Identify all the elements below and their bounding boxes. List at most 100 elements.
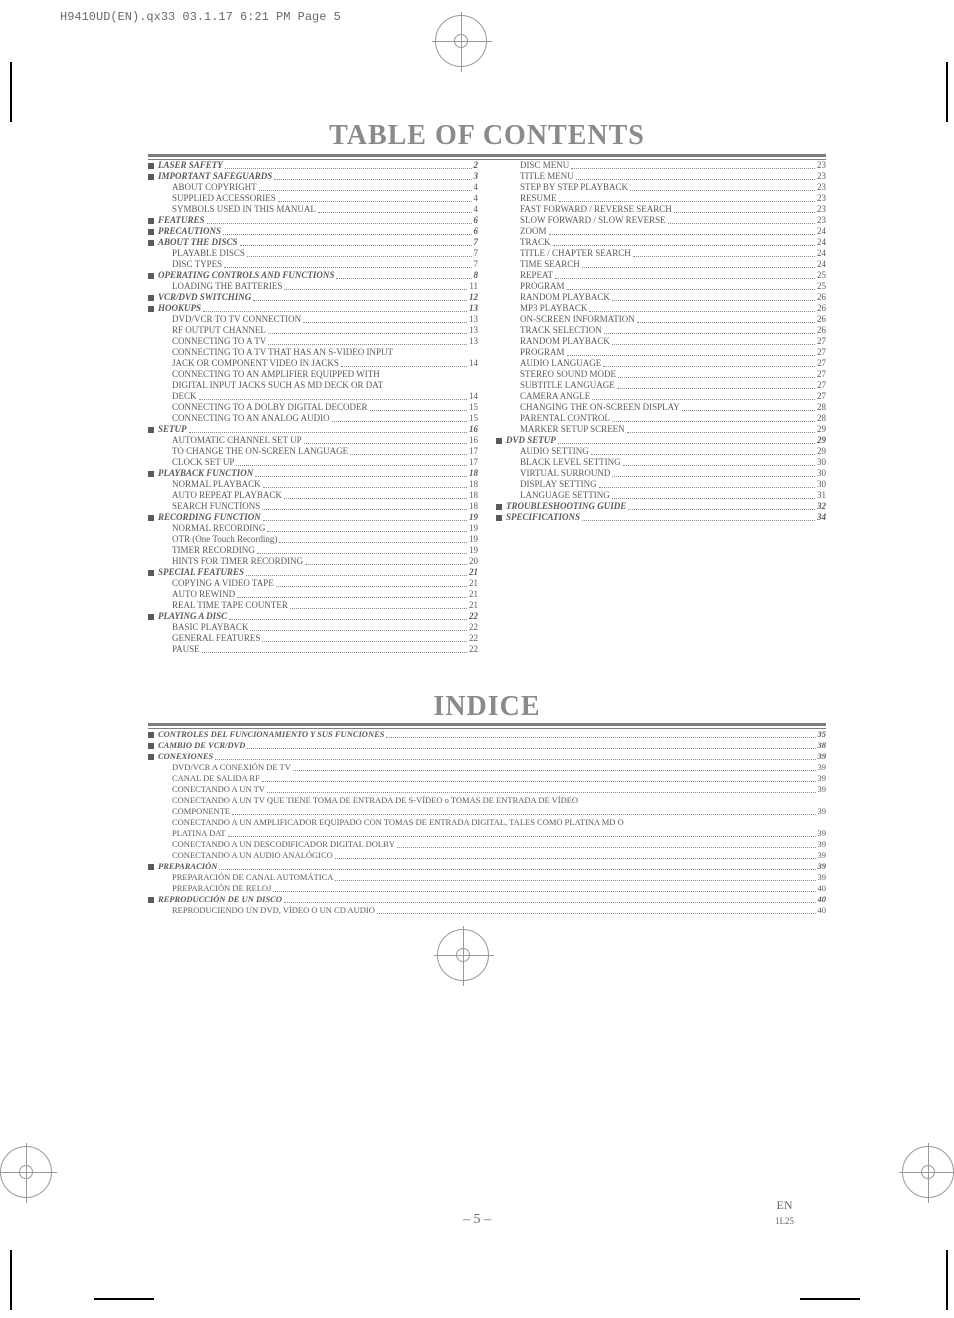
toc-page: 22	[469, 633, 478, 644]
toc-sub-row: AUTOMATIC CHANNEL SET UP16	[148, 435, 478, 446]
toc-label: PAUSE	[172, 644, 200, 655]
toc-sub-row: PLAYABLE DISCS7	[148, 248, 478, 259]
leader-dots	[247, 740, 815, 749]
toc-section-row: RECORDING FUNCTION19	[148, 512, 478, 523]
crop-mark	[94, 1298, 154, 1308]
leader-dots	[332, 413, 467, 422]
crop-mark	[10, 62, 70, 122]
toc-page: 30	[817, 457, 826, 468]
toc-label: SETUP	[158, 424, 187, 435]
toc-label: CONECTANDO A UN AUDIO ANALÓGICO	[172, 850, 333, 861]
bullet-icon	[162, 578, 172, 589]
leader-dots	[262, 501, 467, 510]
leader-dots	[592, 391, 815, 400]
toc-label: OTR (One Touch Recording)	[172, 534, 277, 545]
toc-page: 29	[817, 424, 826, 435]
toc-sub-row: CONNECTING TO AN AMPLIFIER EQUIPPED WITH	[148, 369, 478, 380]
toc-sub-row: JACK OR COMPONENT VIDEO IN JACKS14	[148, 358, 478, 369]
bullet-icon	[162, 457, 172, 468]
bullet-icon	[162, 556, 172, 567]
bullet-icon	[162, 850, 172, 861]
toc-label: ZOOM	[520, 226, 547, 237]
toc-page: 40	[818, 894, 827, 905]
registration-mark-left	[0, 1146, 52, 1198]
toc-sub-row: NORMAL PLAYBACK18	[148, 479, 478, 490]
leader-dots	[618, 369, 815, 378]
toc-label: AUTO REWIND	[172, 589, 235, 600]
bullet-icon	[148, 729, 158, 740]
leader-dots	[668, 215, 815, 224]
toc-page: 12	[469, 292, 478, 303]
toc-sub-row: ON-SCREEN INFORMATION26	[496, 314, 826, 325]
bullet-icon	[148, 894, 158, 905]
toc-page: 26	[817, 325, 826, 336]
indice-title: INDICE	[148, 691, 826, 723]
toc-page: 27	[817, 380, 826, 391]
toc-sub-row: CHANGING THE ON-SCREEN DISPLAY28	[496, 402, 826, 413]
bullet-icon	[510, 468, 520, 479]
toc-page: 6	[474, 226, 479, 237]
toc-sub-row: SYMBOLS USED IN THIS MANUAL4	[148, 204, 478, 215]
leader-dots	[229, 611, 467, 620]
leader-dots	[576, 171, 815, 180]
toc-sub-row: AUDIO SETTING29	[496, 446, 826, 457]
toc-sub-row: CONECTANDO A UN DESCODIFICADOR DIGITAL D…	[148, 839, 826, 850]
bullet-icon	[162, 248, 172, 259]
toc-sub-row: REPEAT25	[496, 270, 826, 281]
toc-sub-row: PAUSE 22	[148, 644, 478, 655]
leader-dots	[255, 468, 467, 477]
toc-label: HOOKUPS	[158, 303, 201, 314]
crop-mark	[10, 1250, 70, 1310]
leader-dots	[674, 204, 815, 213]
registration-mark-right	[902, 1146, 954, 1198]
toc-label: RANDOM PLAYBACK	[520, 336, 610, 347]
toc-label: FAST FORWARD / REVERSE SEARCH	[520, 204, 672, 215]
toc-label: TRACK	[520, 237, 551, 248]
toc-page: 39	[818, 861, 827, 872]
toc-sub-row: CONECTANDO A UN TV QUE TIENE TOMA DE ENT…	[148, 795, 826, 806]
toc-page: 22	[469, 644, 478, 655]
toc-page: 39	[818, 762, 827, 773]
bullet-icon	[148, 237, 158, 248]
toc-page: 40	[818, 905, 827, 916]
toc-sub-row: SUBTITLE LANGUAGE27	[496, 380, 826, 391]
toc-page: 18	[469, 490, 478, 501]
toc-label: NORMAL PLAYBACK	[172, 479, 261, 490]
toc-sub-row: TITLE MENU23	[496, 171, 826, 182]
leader-dots	[304, 435, 467, 444]
bullet-icon	[162, 872, 172, 883]
toc-label: RESUME	[520, 193, 557, 204]
toc-label: AUTOMATIC CHANNEL SET UP	[172, 435, 302, 446]
crop-mark	[800, 1298, 860, 1308]
page-content: TABLE OF CONTENTS LASER SAFETY2IMPORTANT…	[148, 120, 826, 916]
leader-dots	[623, 457, 815, 466]
leader-dots	[582, 512, 815, 521]
toc-page: 24	[817, 248, 826, 259]
bullet-icon	[162, 413, 172, 424]
leader-dots	[377, 905, 816, 914]
leader-dots	[203, 303, 467, 312]
footer-lang-code: EN	[777, 1198, 793, 1212]
bullet-icon	[162, 336, 172, 347]
toc-sub-row: HINTS FOR TIMER RECORDING20	[148, 556, 478, 567]
leader-dots	[284, 281, 467, 290]
toc-label: AUTO REPEAT PLAYBACK	[172, 490, 282, 501]
leader-dots	[567, 281, 815, 290]
bullet-icon	[148, 270, 158, 281]
toc-sub-row: CONNECTING TO A TV13	[148, 336, 478, 347]
bullet-icon	[162, 391, 172, 402]
toc-page: 4	[474, 204, 479, 215]
toc-label: REAL TIME TAPE COUNTER	[172, 600, 288, 611]
bullet-icon	[148, 424, 158, 435]
leader-dots	[268, 336, 467, 345]
crop-mark	[888, 62, 948, 122]
leader-dots	[284, 490, 467, 499]
leader-dots	[604, 325, 815, 334]
bullet-icon	[162, 325, 172, 336]
bullet-icon	[510, 424, 520, 435]
leader-dots	[612, 490, 815, 499]
bullet-icon	[148, 226, 158, 237]
leader-dots	[219, 861, 815, 870]
toc-page: 15	[469, 413, 478, 424]
leader-dots	[335, 872, 815, 881]
